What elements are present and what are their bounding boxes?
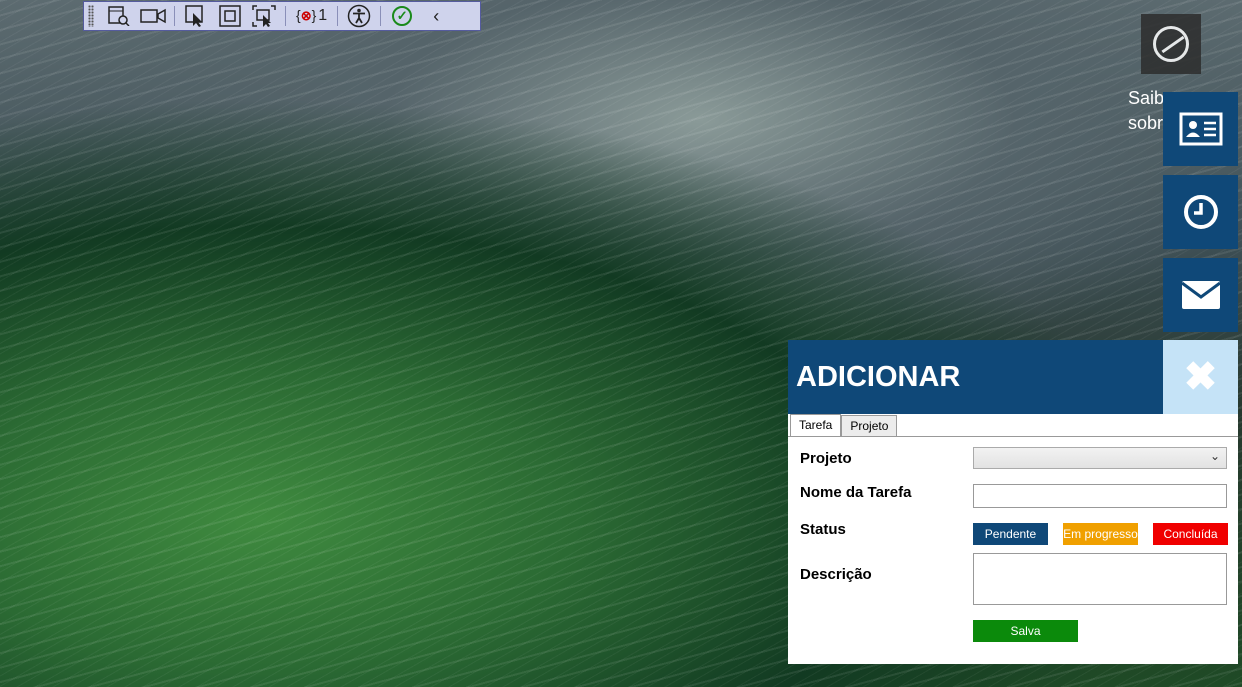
chevron-down-icon: ⌄ [1209, 449, 1220, 463]
check-icon[interactable]: ✓ [385, 3, 419, 29]
toolbar-separator [337, 6, 339, 26]
select-element-icon[interactable] [179, 3, 213, 29]
contact-card-icon [1179, 112, 1222, 146]
user-avatar-icon [1153, 26, 1189, 62]
toolbar-separator [380, 6, 382, 26]
mail-button[interactable] [1163, 258, 1238, 332]
clock-icon [1183, 195, 1218, 229]
info-line-2: sobr [1128, 113, 1164, 133]
projeto-label: Projeto [800, 450, 852, 467]
toolbar-separator [285, 6, 286, 26]
accessibility-icon[interactable] [342, 3, 376, 29]
add-task-panel: ADICIONAR ✖ Tarefa Projeto Projeto ⌄ Nom… [788, 340, 1238, 664]
display-adorners-icon[interactable] [213, 3, 247, 29]
tab-projeto[interactable]: Projeto [841, 415, 898, 436]
close-button[interactable]: ✖ [1163, 340, 1238, 414]
status-em-progresso-button[interactable]: Em progresso [1063, 523, 1138, 545]
binding-errors-icon: {⊗} [296, 7, 317, 23]
tab-bar: Tarefa Projeto [790, 414, 898, 437]
descricao-label: Descrição [800, 566, 872, 583]
debug-toolbar: {⊗} 1 ✓ ‹ [83, 1, 481, 31]
collapse-icon[interactable]: ‹ [419, 3, 453, 29]
binding-errors-button[interactable]: {⊗} 1 [290, 7, 333, 25]
tab-tarefa[interactable]: Tarefa [790, 414, 842, 437]
grip-icon[interactable] [88, 5, 94, 27]
status-concluida-button[interactable]: Concluída [1153, 523, 1228, 545]
user-profile-button[interactable] [1141, 14, 1201, 74]
panel-title: ADICIONAR [788, 340, 1163, 414]
status-pendente-button[interactable]: Pendente [973, 523, 1048, 545]
history-button[interactable] [1163, 175, 1238, 249]
close-icon: ✖ [1183, 355, 1218, 399]
nome-tarefa-label: Nome da Tarefa [800, 484, 912, 501]
toolbar-separator [174, 6, 175, 26]
descricao-textarea[interactable] [973, 553, 1227, 605]
status-label: Status [800, 521, 846, 538]
info-line-1: Saib [1128, 88, 1165, 108]
envelope-icon [1180, 281, 1221, 309]
track-focus-icon[interactable] [247, 3, 281, 29]
live-visual-tree-icon[interactable] [102, 3, 136, 29]
save-button[interactable]: Salva [973, 620, 1078, 642]
record-icon[interactable] [136, 3, 170, 29]
contact-card-button[interactable] [1163, 92, 1238, 166]
nome-tarefa-input[interactable] [973, 484, 1227, 508]
projeto-dropdown[interactable]: ⌄ [973, 447, 1227, 469]
tab-divider [788, 436, 1238, 437]
error-count: 1 [318, 7, 328, 24]
wallpaper-info-text: Saib sobr [1128, 86, 1164, 136]
